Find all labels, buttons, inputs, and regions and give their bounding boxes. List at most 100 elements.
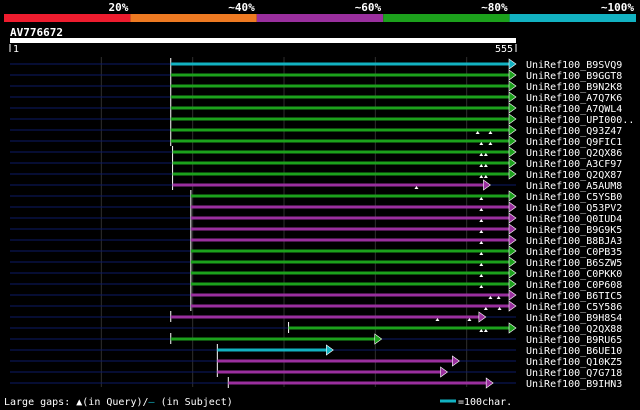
hit-name[interactable]: UniRef100_C0PKK0 <box>526 269 622 280</box>
hit-row[interactable]: UniRef100_A5AUM8 <box>10 179 622 192</box>
hit-bar[interactable] <box>190 194 510 198</box>
hit-name[interactable]: UniRef100_Q53PV2 <box>526 203 622 214</box>
hit-name[interactable]: UniRef100_C0PB35 <box>526 247 622 258</box>
hit-bar[interactable] <box>172 172 510 176</box>
hit-bar[interactable] <box>170 128 510 132</box>
hit-bar[interactable] <box>190 227 510 231</box>
hit-bar[interactable] <box>190 260 510 264</box>
hit-arrow-icon <box>508 113 517 125</box>
hit-row[interactable]: UniRef100_Q7G718 <box>10 366 622 379</box>
hit-name[interactable]: UniRef100_B9G9K5 <box>526 225 622 236</box>
hit-row[interactable]: UniRef100_Q53PV2 <box>10 201 622 214</box>
hit-name[interactable]: UniRef100_Q7G718 <box>526 368 622 379</box>
hit-row[interactable]: UniRef100_Q2QX86 <box>10 146 622 159</box>
hit-name[interactable]: UniRef100_B6SZW5 <box>526 258 622 269</box>
hit-name[interactable]: UniRef100_B6TIC5 <box>526 291 622 302</box>
hit-row[interactable]: UniRef100_Q10KZ5 <box>10 355 622 368</box>
hit-row[interactable]: UniRef100_C5Y586 <box>10 300 622 313</box>
hit-row[interactable]: UniRef100_B6SZW5 <box>10 256 622 269</box>
hit-name[interactable]: UniRef100_B9SVQ9 <box>526 60 622 71</box>
hit-bar[interactable] <box>170 117 510 121</box>
hit-name[interactable]: UniRef100_B9IHN3 <box>526 379 622 390</box>
hit-bar[interactable] <box>288 326 510 330</box>
hit-arrow-icon <box>508 256 517 268</box>
hit-name[interactable]: UniRef100_B9H8S4 <box>526 313 622 324</box>
hit-row[interactable]: UniRef100_Q93Z47 <box>10 124 622 137</box>
hit-arrow-icon <box>508 201 517 213</box>
hit-row[interactable]: UniRef100_B6TIC5 <box>10 289 622 302</box>
hit-bar[interactable] <box>217 359 454 363</box>
hit-row[interactable]: UniRef100_B9IHN3 <box>10 377 622 390</box>
legend-gaps-query: (in Query)/ <box>82 397 148 408</box>
hit-row[interactable]: UniRef100_B9SVQ9 <box>10 58 622 71</box>
hit-arrow-icon <box>508 146 517 158</box>
hit-row[interactable]: UniRef100_B9GGT8 <box>10 69 622 82</box>
hit-bar[interactable] <box>170 315 480 319</box>
hit-row[interactable]: UniRef100_B6UE10 <box>10 344 622 357</box>
hit-bar[interactable] <box>170 62 510 66</box>
hit-bar[interactable] <box>217 348 328 352</box>
hit-row[interactable]: UniRef100_UPI000.. <box>10 113 634 126</box>
hit-row[interactable]: UniRef100_A7QWL4 <box>10 102 622 115</box>
hit-name[interactable]: UniRef100_UPI000.. <box>526 115 634 126</box>
hit-row[interactable]: UniRef100_Q2QX87 <box>10 168 622 181</box>
hit-row[interactable]: UniRef100_C0PB35 <box>10 245 622 258</box>
hit-row[interactable]: UniRef100_B9H8S4 <box>10 311 622 324</box>
hit-bar[interactable] <box>170 84 510 88</box>
hit-row[interactable]: UniRef100_B9G9K5 <box>10 223 622 236</box>
hit-name[interactable]: UniRef100_A5AUM8 <box>526 181 622 192</box>
hit-bar[interactable] <box>190 238 510 242</box>
alignment-overview: 20% ~40% ~60% ~80% ~100% AV776672 1 555 UniR… <box>4 1 636 408</box>
hit-bar[interactable] <box>190 304 510 308</box>
hit-bar[interactable] <box>228 381 488 385</box>
hit-name[interactable]: UniRef100_Q93Z47 <box>526 126 622 137</box>
legend-scale-label: =100char. <box>458 397 512 408</box>
hit-name[interactable]: UniRef100_Q2QX87 <box>526 170 622 181</box>
hit-name[interactable]: UniRef100_B6UE10 <box>526 346 622 357</box>
hit-bar[interactable] <box>170 139 510 143</box>
hit-bar[interactable] <box>190 216 510 220</box>
hit-bar[interactable] <box>170 106 510 110</box>
hit-row[interactable]: UniRef100_B9RU65 <box>10 333 622 346</box>
hit-bar[interactable] <box>170 95 510 99</box>
hit-bar[interactable] <box>190 205 510 209</box>
scale-label: ~100% <box>601 1 634 14</box>
hit-name[interactable]: UniRef100_B9N2K8 <box>526 82 622 93</box>
hit-name[interactable]: UniRef100_A7Q7K6 <box>526 93 622 104</box>
hit-name[interactable]: UniRef100_A7QWL4 <box>526 104 622 115</box>
hit-row[interactable]: UniRef100_A7Q7K6 <box>10 91 622 104</box>
hit-bar[interactable] <box>190 293 510 297</box>
hit-row[interactable]: UniRef100_B9N2K8 <box>10 80 622 93</box>
hit-row[interactable]: UniRef100_Q2QX88 <box>10 322 622 335</box>
hit-bar[interactable] <box>190 249 510 253</box>
hit-bar[interactable] <box>190 282 510 286</box>
hit-arrow-icon <box>508 157 517 169</box>
hit-row[interactable]: UniRef100_C0PKK0 <box>10 267 622 280</box>
hit-bar[interactable] <box>170 73 510 77</box>
hit-bar[interactable] <box>170 337 376 341</box>
hit-bar[interactable] <box>172 150 510 154</box>
hit-arrow-icon <box>508 322 517 334</box>
hit-bar[interactable] <box>172 161 510 165</box>
hit-row[interactable]: UniRef100_Q9FIC1 <box>10 135 622 148</box>
hit-bar[interactable] <box>217 370 442 374</box>
hit-name[interactable]: UniRef100_Q2QX86 <box>526 148 622 159</box>
hit-row[interactable]: UniRef100_C5YSB0 <box>10 190 622 203</box>
hit-name[interactable]: UniRef100_Q9FIC1 <box>526 137 622 148</box>
hit-name[interactable]: UniRef100_C5Y586 <box>526 302 622 313</box>
hit-bar[interactable] <box>172 183 485 187</box>
hit-name[interactable]: UniRef100_Q2QX88 <box>526 324 622 335</box>
hit-name[interactable]: UniRef100_Q10KZ5 <box>526 357 622 368</box>
hit-row[interactable]: UniRef100_B8BJA3 <box>10 234 622 247</box>
hit-bar[interactable] <box>190 271 510 275</box>
hit-name[interactable]: UniRef100_B9GGT8 <box>526 71 622 82</box>
hit-name[interactable]: UniRef100_Q0IUD4 <box>526 214 622 225</box>
hit-row[interactable]: UniRef100_A3CF97 <box>10 157 622 170</box>
hit-name[interactable]: UniRef100_C5YSB0 <box>526 192 622 203</box>
hit-name[interactable]: UniRef100_C0P608 <box>526 280 622 291</box>
hit-name[interactable]: UniRef100_B8BJA3 <box>526 236 622 247</box>
hit-row[interactable]: UniRef100_C0P608 <box>10 278 622 291</box>
hit-row[interactable]: UniRef100_Q0IUD4 <box>10 212 622 225</box>
hit-name[interactable]: UniRef100_A3CF97 <box>526 159 622 170</box>
hit-name[interactable]: UniRef100_B9RU65 <box>526 335 622 346</box>
